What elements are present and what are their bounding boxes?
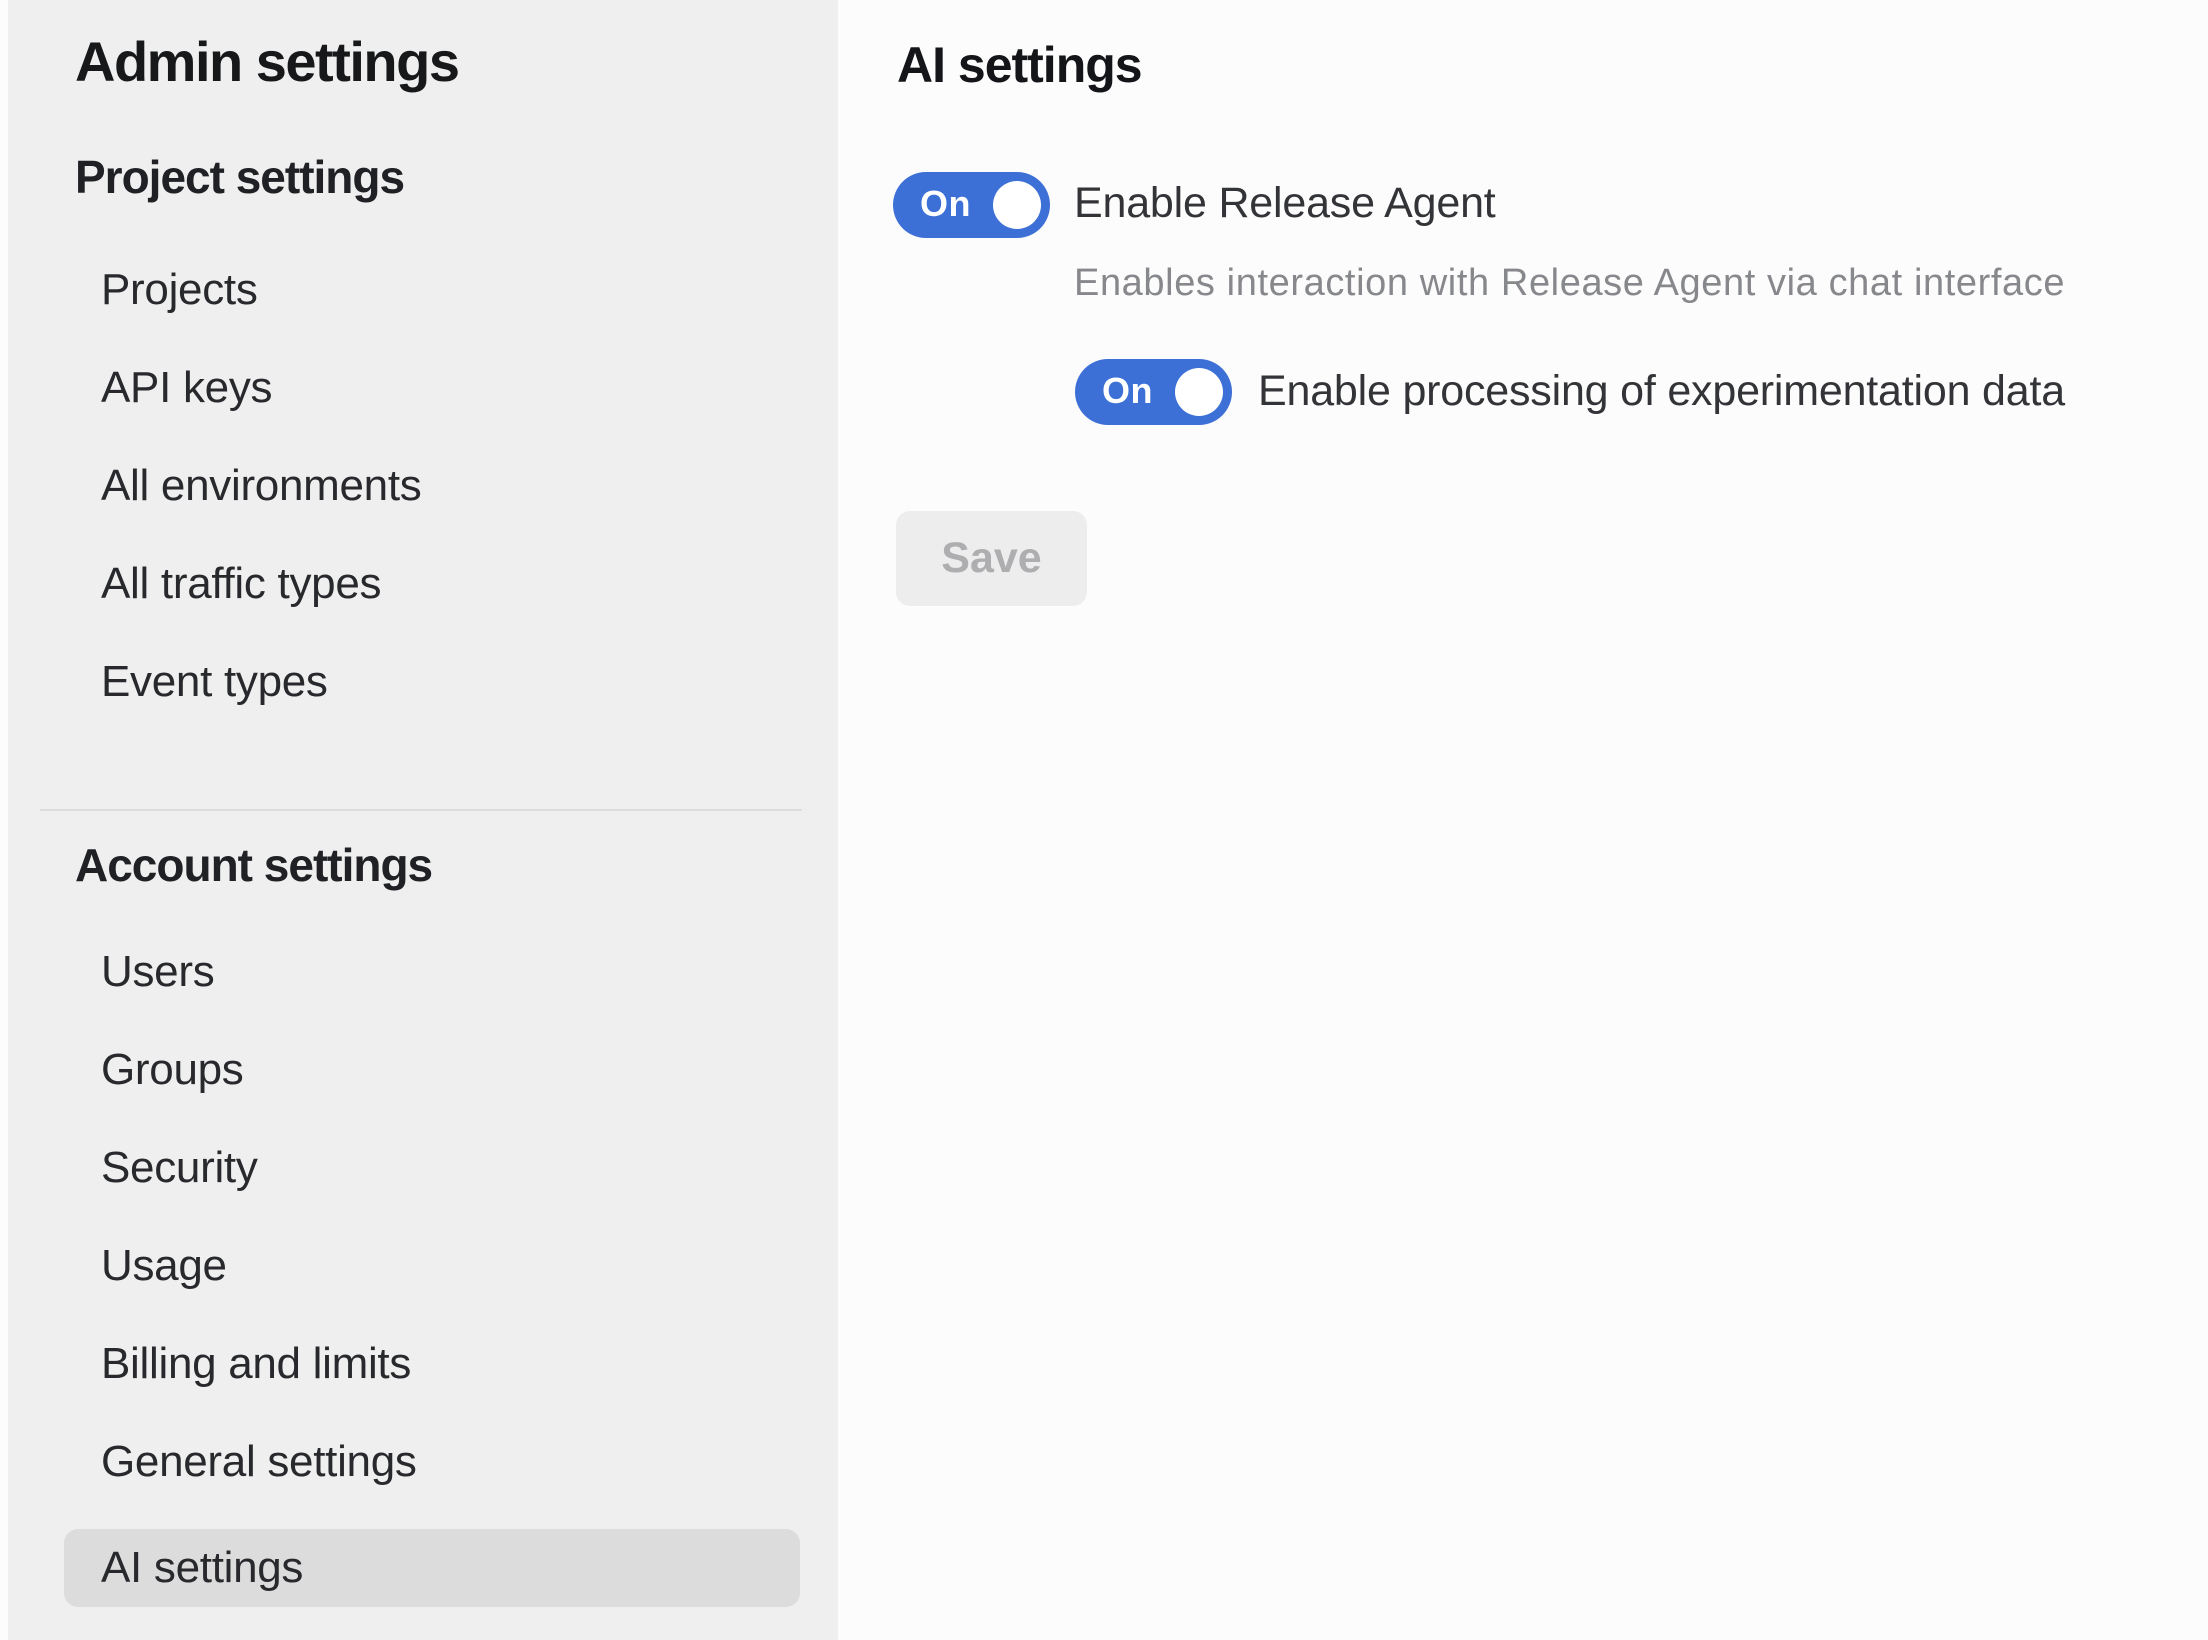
sidebar-item-event-types[interactable]: Event types bbox=[101, 652, 328, 712]
release-agent-description: Enables interaction with Release Agent v… bbox=[1074, 256, 2065, 310]
experimentation-data-label: Enable processing of experimentation dat… bbox=[1258, 362, 2065, 420]
sidebar-item-general-settings[interactable]: General settings bbox=[101, 1432, 417, 1492]
sidebar-item-users[interactable]: Users bbox=[101, 942, 214, 1002]
experimentation-data-toggle[interactable]: On bbox=[1075, 359, 1232, 425]
sidebar-item-billing-and-limits[interactable]: Billing and limits bbox=[101, 1334, 411, 1394]
toggle-knob bbox=[993, 181, 1041, 229]
sidebar-title: Admin settings bbox=[75, 30, 458, 94]
save-button[interactable]: Save bbox=[896, 511, 1087, 606]
toggle-state-label: On bbox=[1102, 359, 1153, 423]
sidebar-item-api-keys[interactable]: API keys bbox=[101, 358, 272, 418]
ai-settings-panel: AI settings On Enable Release Agent Enab… bbox=[838, 0, 2208, 1640]
admin-settings-page: Admin settings Project settings Projects… bbox=[0, 0, 2208, 1640]
sidebar: Admin settings Project settings Projects… bbox=[8, 0, 838, 1640]
toggle-knob bbox=[1175, 368, 1223, 416]
sidebar-item-projects[interactable]: Projects bbox=[101, 260, 258, 320]
section-heading-account-settings: Account settings bbox=[75, 835, 432, 895]
release-agent-toggle[interactable]: On bbox=[893, 172, 1050, 238]
section-heading-project-settings: Project settings bbox=[75, 147, 404, 207]
sidebar-item-security[interactable]: Security bbox=[101, 1138, 258, 1198]
sidebar-item-all-traffic-types[interactable]: All traffic types bbox=[101, 554, 381, 614]
sidebar-item-all-environments[interactable]: All environments bbox=[101, 456, 421, 516]
toggle-state-label: On bbox=[920, 172, 971, 236]
sidebar-item-ai-settings[interactable]: AI settings bbox=[64, 1529, 800, 1607]
sidebar-item-groups[interactable]: Groups bbox=[101, 1040, 244, 1100]
sidebar-section-divider bbox=[40, 809, 802, 811]
sidebar-item-usage[interactable]: Usage bbox=[101, 1236, 227, 1296]
release-agent-label: Enable Release Agent bbox=[1074, 174, 1496, 232]
page-title: AI settings bbox=[897, 34, 1142, 96]
